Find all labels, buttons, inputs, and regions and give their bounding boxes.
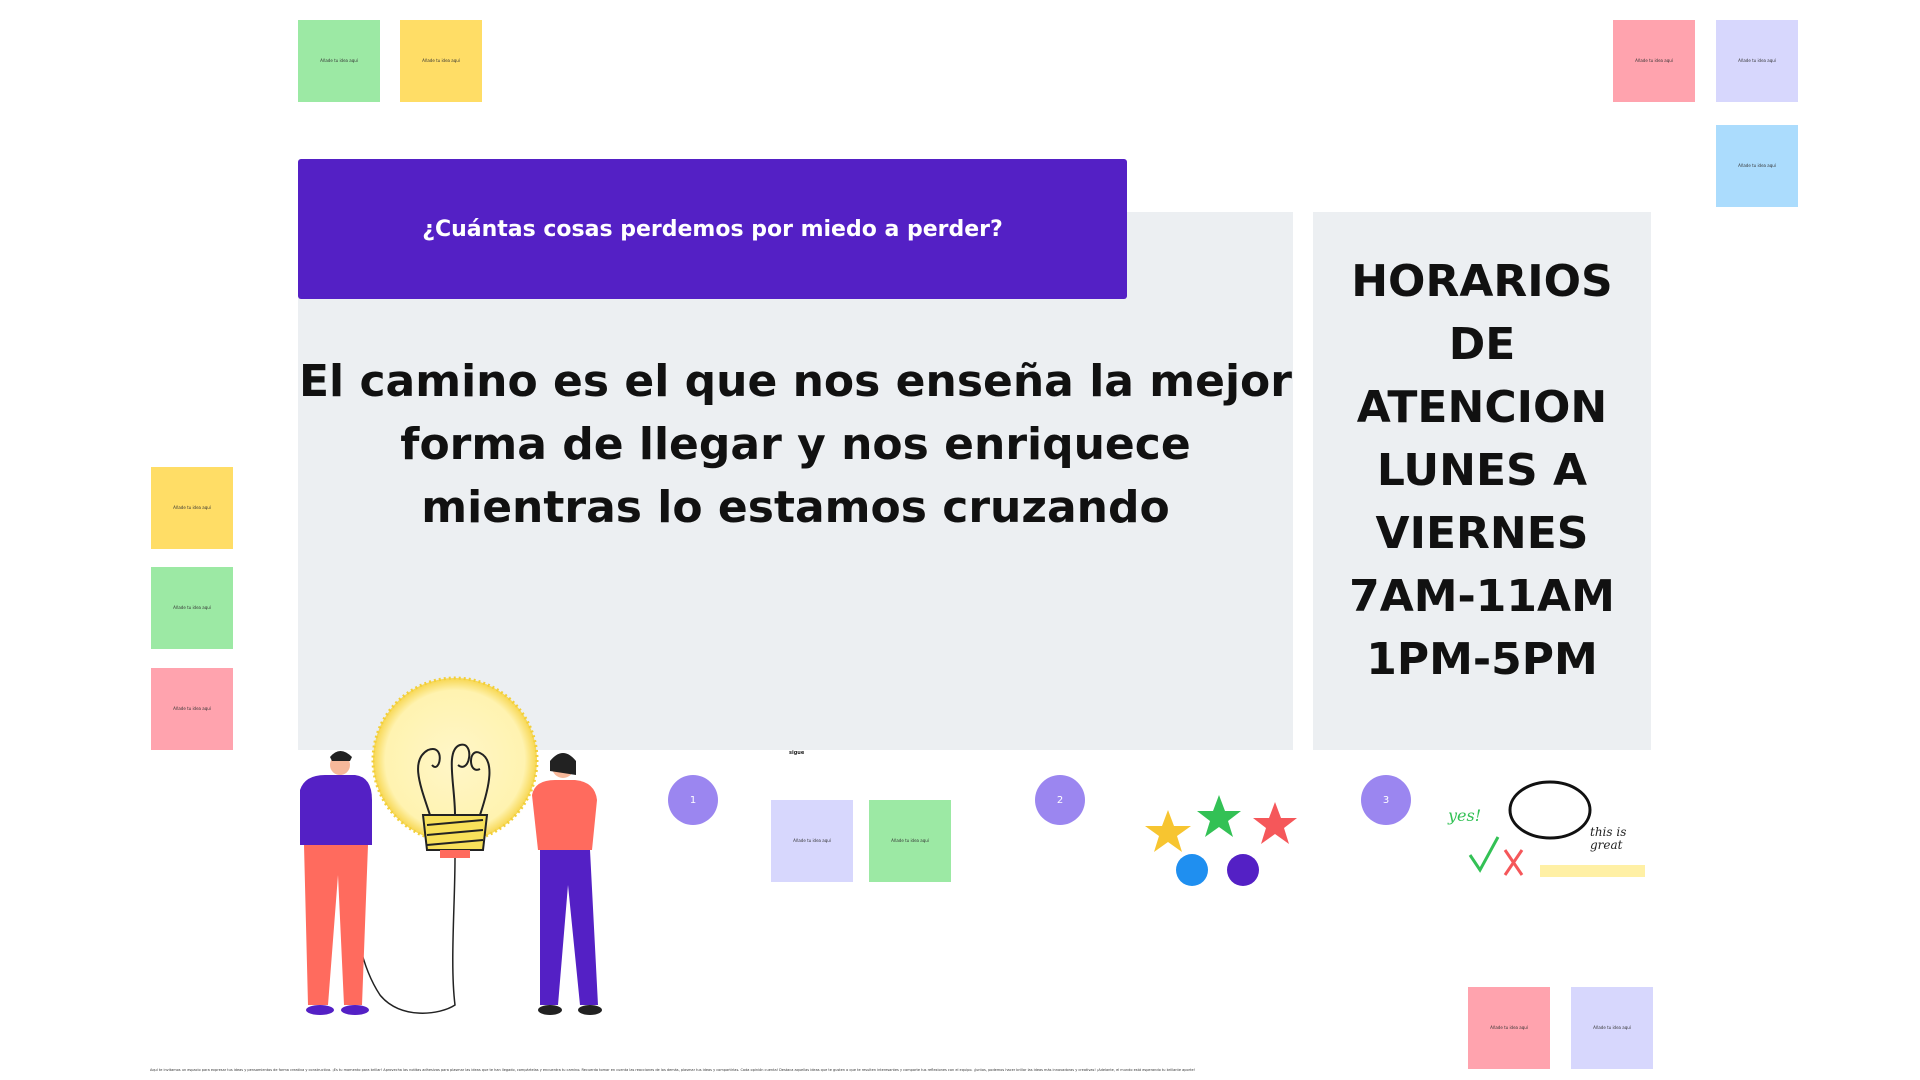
circle-doodle-icon [1508, 780, 1592, 840]
step-circle-1[interactable]: 1 [668, 775, 718, 825]
star-icon [1197, 795, 1241, 837]
sticky-note-green-center[interactable]: Añade tu idea aquí [869, 800, 951, 882]
woman-shirt [532, 780, 597, 850]
man-shirt [300, 775, 372, 845]
woman-pants [540, 850, 598, 1005]
hours-line-4: VIERNES [1375, 508, 1589, 559]
star-icon [1253, 802, 1297, 844]
bulb-base [440, 850, 470, 858]
sticky-note-green-left[interactable]: Añade tu idea aquí [151, 567, 233, 649]
cross-icon [1503, 849, 1524, 876]
sticky-note-pink-top-right[interactable]: Añade tu idea aquí [1613, 20, 1695, 102]
sticky-note-yellow-left[interactable]: Añade tu idea aquí [151, 467, 233, 549]
checkmark-icon [1468, 836, 1500, 873]
hours-line-5: 7AM-11AM [1349, 571, 1615, 622]
footer-instructions: Aquí te invitamos un espacio para expres… [150, 1068, 1196, 1072]
dot-icon [1227, 854, 1259, 886]
question-text: ¿Cuántas cosas perdemos por miedo a perd… [422, 216, 1003, 242]
highlight-stroke [1540, 865, 1645, 877]
step-circle-2[interactable]: 2 [1035, 775, 1085, 825]
step-circle-3[interactable]: 3 [1361, 775, 1411, 825]
stars-and-dots-sticker[interactable] [1140, 790, 1310, 890]
sticky-note-lavender-bottom-right[interactable]: Añade tu idea aquí [1571, 987, 1653, 1069]
hours-line-3: LUNES A [1376, 445, 1588, 496]
sticky-note-pink-bottom-right[interactable]: Añade tu idea aquí [1468, 987, 1550, 1069]
sticky-note-lavender-center[interactable]: Añade tu idea aquí [771, 800, 853, 882]
sticky-note-pink-left[interactable]: Añade tu idea aquí [151, 668, 233, 750]
sticky-note-yellow-top[interactable]: Añade tu idea aquí [400, 20, 482, 102]
yes-sticker-text: yes! [1448, 806, 1482, 825]
hours-text[interactable]: HORARIOS DE ATENCION LUNES A VIERNES 7AM… [1313, 250, 1651, 691]
question-banner[interactable]: ¿Cuántas cosas perdemos por miedo a perd… [298, 159, 1127, 299]
quote-text[interactable]: El camino es el que nos enseña la mejor … [298, 350, 1293, 539]
man-pants [304, 845, 368, 1005]
sticky-note-lavender-top-right[interactable]: Añade tu idea aquí [1716, 20, 1798, 102]
hours-line-1: HORARIOS DE [1351, 256, 1613, 370]
sticky-note-blue-top-right[interactable]: Añade tu idea aquí [1716, 125, 1798, 207]
great-sticker-text: this is great [1590, 825, 1627, 852]
hours-line-6: 1PM-5PM [1366, 634, 1598, 685]
hours-line-2: ATENCION [1356, 382, 1608, 433]
sticky-note-green-top[interactable]: Añade tu idea aquí [298, 20, 380, 102]
dot-icon [1176, 854, 1208, 886]
star-icon [1145, 810, 1191, 852]
small-label: sigue [789, 750, 805, 756]
lightbulb-people-illustration[interactable] [280, 665, 630, 1025]
